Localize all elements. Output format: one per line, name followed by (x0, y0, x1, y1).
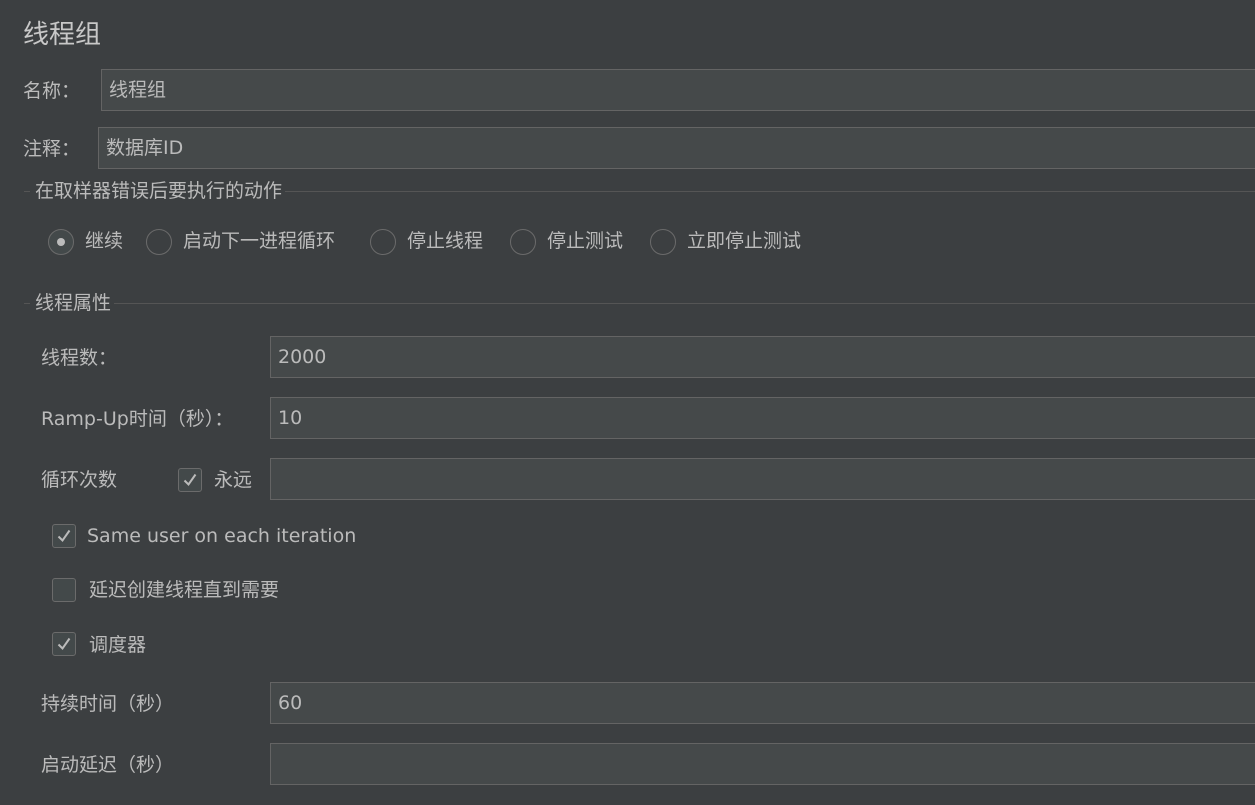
comment-field[interactable]: 数据库ID (98, 127, 1255, 169)
startup-delay-field[interactable] (270, 743, 1255, 785)
checkmark-icon (183, 473, 197, 487)
radio-stop-test-label[interactable]: 停止测试 (547, 229, 623, 253)
section-border (24, 191, 30, 192)
same-user-label[interactable]: Same user on each iteration (87, 524, 356, 548)
page-title: 线程组 (23, 20, 102, 50)
radio-continue-label[interactable]: 继续 (85, 229, 123, 253)
radio-stop-thread[interactable] (370, 229, 396, 255)
checkmark-icon (57, 637, 71, 651)
duration-field[interactable]: 60 (270, 682, 1255, 724)
radio-start-next-loop[interactable] (146, 229, 172, 255)
error-action-radio-group: 继续 启动下一进程循环 停止线程 停止测试 立即停止测试 (48, 229, 848, 255)
radio-continue[interactable] (48, 229, 74, 255)
name-label: 名称： (23, 80, 81, 102)
scheduler-label[interactable]: 调度器 (89, 633, 146, 657)
radio-start-next-loop-label[interactable]: 启动下一进程循环 (183, 229, 335, 253)
comment-label: 注释： (23, 138, 81, 160)
loop-count-label: 循环次数 (41, 469, 118, 491)
rampup-field[interactable]: 10 (270, 397, 1255, 439)
radio-stop-thread-label[interactable]: 停止线程 (407, 229, 483, 253)
error-action-section-title: 在取样器错误后要执行的动作 (32, 179, 286, 203)
radio-stop-test[interactable] (510, 229, 536, 255)
radio-stop-test-now-label[interactable]: 立即停止测试 (687, 229, 801, 253)
section-border (24, 303, 30, 304)
delay-create-label[interactable]: 延迟创建线程直到需要 (89, 578, 279, 602)
forever-checkbox[interactable] (178, 468, 202, 492)
threads-label: 线程数： (41, 347, 118, 369)
forever-label[interactable]: 永远 (214, 468, 252, 492)
checkmark-icon (57, 529, 71, 543)
rampup-label: Ramp-Up时间（秒）： (41, 408, 234, 430)
threads-field[interactable]: 2000 (270, 336, 1255, 378)
same-user-checkbox[interactable] (52, 524, 76, 548)
thread-props-section-title: 线程属性 (32, 291, 115, 315)
radio-selected-dot (57, 238, 65, 246)
loop-count-field[interactable] (270, 458, 1255, 500)
startup-delay-label: 启动延迟（秒） (41, 754, 175, 776)
scheduler-checkbox[interactable] (52, 632, 76, 656)
radio-stop-test-now[interactable] (650, 229, 676, 255)
name-field[interactable]: 线程组 (101, 69, 1255, 111)
delay-create-checkbox[interactable] (52, 578, 76, 602)
duration-label: 持续时间（秒） (41, 693, 175, 715)
section-divider (32, 303, 1255, 304)
